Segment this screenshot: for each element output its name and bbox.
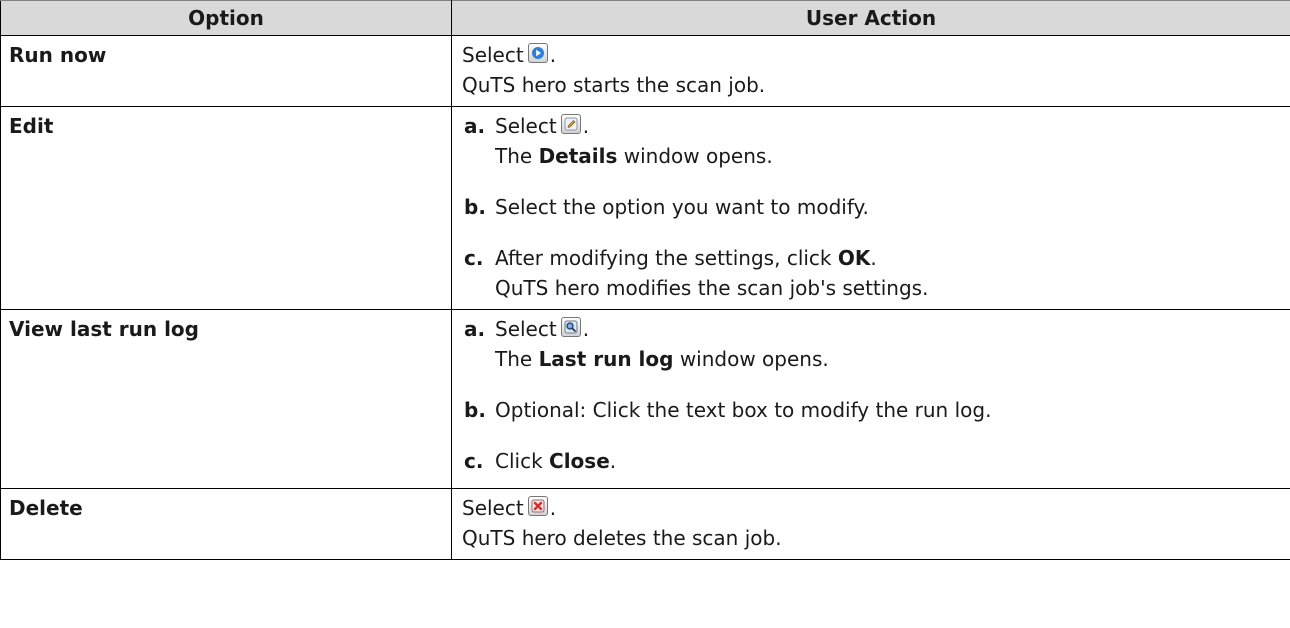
header-user-action: User Action [451,0,1290,36]
step-a: a. Select. The Details window opens. [464,114,773,168]
edit-pencil-icon [560,114,581,134]
table-row: Run now Select. QuTS hero starts the sca… [0,35,1290,107]
option-view-last-run-log: View last run log [0,309,452,489]
delete-x-icon [527,496,548,516]
action-run-now: Select. QuTS hero starts the scan job. [451,35,1290,107]
step-c: c. After modifying the settings, click O… [464,246,929,300]
option-run-now: Run now [0,35,452,107]
option-delete: Delete [0,488,452,560]
magnifier-icon [560,317,581,337]
step-b: b. Select the option you want to modify. [464,195,869,219]
table-row: View last run log a. Select. The Last ru… [0,309,1290,489]
action-edit: a. Select. The Details window opens. b. … [451,106,1290,310]
table-row: Delete Select. QuTS hero deletes the sca… [0,488,1290,560]
option-edit: Edit [0,106,452,310]
options-table: Option User Action Run now Select. QuTS … [0,0,1290,560]
header-option: Option [0,0,452,36]
delete-result: QuTS hero deletes the scan job. [462,526,782,550]
step-a: a. Select. The Last run log window opens… [464,317,829,371]
step-b: b. Optional: Click the text box to modif… [464,398,992,422]
action-delete: Select. QuTS hero deletes the scan job. [451,488,1290,560]
play-icon [527,43,548,63]
run-now-result: QuTS hero starts the scan job. [462,73,766,97]
header-row: Option User Action [0,0,1290,36]
action-view-last-run-log: a. Select. The Last run log window opens… [451,309,1290,489]
table-row: Edit a. Select. The Details window opens… [0,106,1290,310]
step-c: c. Click Close. [464,449,617,473]
